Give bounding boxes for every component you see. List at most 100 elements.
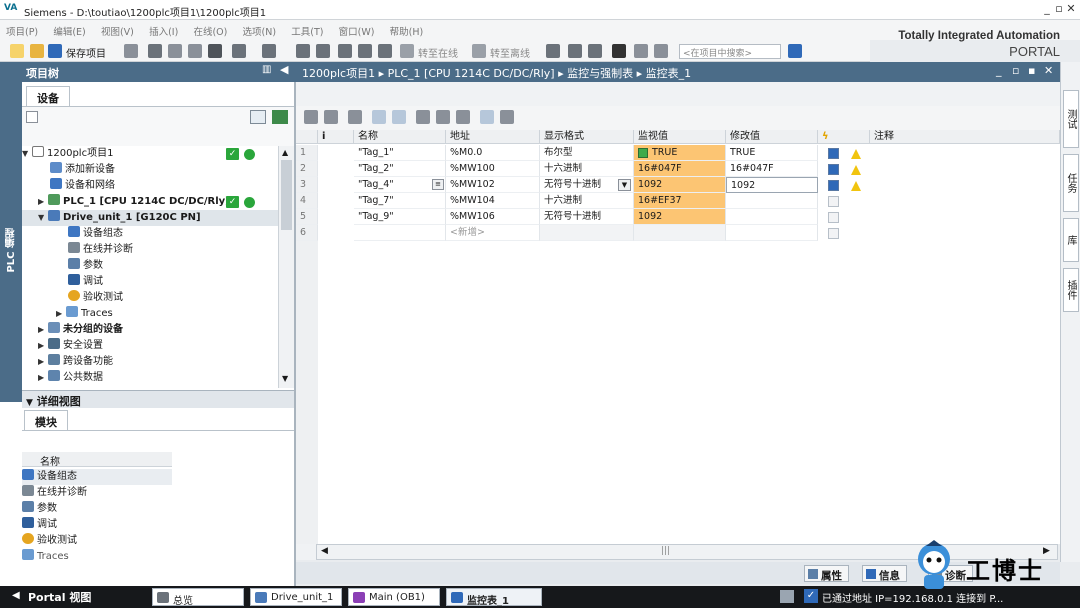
editor-float-icon[interactable]: ▪: [1028, 64, 1035, 77]
scroll-down-icon[interactable]: ▼: [282, 374, 288, 383]
menu-online[interactable]: 在线(O): [187, 20, 233, 38]
menu-view[interactable]: 视图(V): [95, 20, 140, 38]
cell-name[interactable]: "Tag_9": [354, 209, 446, 225]
modify-now-icon[interactable]: [348, 110, 362, 124]
detail-item-online-diag[interactable]: 在线并诊断: [22, 485, 172, 501]
testing-task-card-tab[interactable]: 测试: [1063, 90, 1079, 148]
tree-item-commissioning[interactable]: 调试: [22, 274, 278, 290]
tree-item-project[interactable]: ▼ 1200plc项目1: [22, 146, 278, 162]
breadcrumb-project[interactable]: 1200plc项目1: [302, 67, 375, 80]
properties-tab[interactable]: 属性: [804, 565, 849, 582]
breadcrumb-watch-tables[interactable]: 监控与强制表: [567, 67, 633, 80]
cell-address[interactable]: %M0.0: [446, 145, 540, 161]
breadcrumb-plc[interactable]: PLC_1 [CPU 1214C DC/DC/Rly]: [388, 67, 555, 80]
insert-row-icon[interactable]: [304, 110, 318, 124]
status-network-icon[interactable]: [780, 590, 794, 603]
detail-item-acceptance-test[interactable]: 验收测试: [22, 533, 172, 549]
taskbar-tab-main-ob1[interactable]: Main (OB1): [348, 588, 440, 606]
paste-icon[interactable]: [188, 44, 202, 58]
modify-enable-checkbox[interactable]: [828, 164, 839, 175]
monitor-icon[interactable]: [546, 44, 560, 58]
tree-scroll-thumb[interactable]: [281, 160, 292, 230]
pane-layout-icon[interactable]: ▥: [262, 64, 271, 75]
collapse-pane-icon[interactable]: ◀: [280, 63, 288, 76]
tree-item-cross-device[interactable]: ▶ 跨设备功能: [22, 354, 278, 370]
modify-enable-checkbox[interactable]: [828, 212, 839, 223]
cell-modify-value[interactable]: [726, 209, 818, 225]
copy-icon[interactable]: [168, 44, 182, 58]
close-button[interactable]: ✕: [1064, 2, 1078, 16]
menu-window[interactable]: 窗口(W): [333, 20, 381, 38]
tree-item-parameters[interactable]: 参数: [22, 258, 278, 274]
add-row-icon[interactable]: [324, 110, 338, 124]
col-header-display-format[interactable]: 显示格式: [540, 130, 634, 144]
menu-project[interactable]: 项目(P): [0, 20, 44, 38]
tree-filter-icon[interactable]: [26, 111, 38, 123]
print-icon[interactable]: [124, 44, 138, 58]
detail-view-header[interactable]: ▼ 详细视图: [22, 390, 294, 408]
modify-enable-checkbox[interactable]: [828, 148, 839, 159]
split-view-icon[interactable]: [588, 44, 602, 58]
menu-help[interactable]: 帮助(H): [384, 20, 430, 38]
menu-insert[interactable]: 插入(I): [143, 20, 184, 38]
cell-name[interactable]: "Tag_2": [354, 161, 446, 177]
go-online-button[interactable]: 转至在线: [418, 45, 458, 60]
addins-task-card-tab[interactable]: 插件: [1063, 268, 1079, 312]
cell-address[interactable]: %MW106: [446, 209, 540, 225]
scroll-grip-icon[interactable]: |||: [661, 546, 670, 556]
delete-icon[interactable]: [208, 44, 222, 58]
tree-item-devices-networks[interactable]: 设备和网络: [22, 178, 278, 194]
detail-item-device-config[interactable]: 设备组态: [22, 469, 172, 485]
taskbar-tab-drive[interactable]: Drive_unit_1: [250, 588, 342, 606]
tree-item-online-diag[interactable]: 在线并诊断: [22, 242, 278, 258]
show-columns-icon[interactable]: [480, 110, 494, 124]
modify-enable-checkbox[interactable]: [828, 196, 839, 207]
tag-picker-icon[interactable]: ≡: [432, 179, 444, 190]
col-header-comment[interactable]: 注释: [870, 130, 1060, 144]
cell-name[interactable]: "Tag_7": [354, 193, 446, 209]
split-vertical-icon[interactable]: [654, 44, 668, 58]
col-header-modify-value[interactable]: 修改值: [726, 130, 818, 144]
accessible-devices-icon[interactable]: [378, 44, 392, 58]
cell-modify-value[interactable]: TRUE: [726, 145, 818, 161]
cell-format[interactable]: 十六进制: [540, 193, 634, 209]
collapse-detail-icon[interactable]: ▼: [26, 398, 33, 408]
tree-item-plc[interactable]: ▶ PLC_1 [CPU 1214C DC/DC/Rly]: [22, 194, 278, 210]
add-device-icon[interactable]: [272, 110, 288, 124]
monitor-all-icon[interactable]: [372, 110, 386, 124]
split-horizontal-icon[interactable]: [634, 44, 648, 58]
cell-modify-value[interactable]: [726, 225, 818, 241]
modify-once-icon[interactable]: [436, 110, 450, 124]
menu-options[interactable]: 选项(N): [237, 20, 283, 38]
cell-modify-value[interactable]: [726, 193, 818, 209]
cut-icon[interactable]: [148, 44, 162, 58]
tree-item-security[interactable]: ▶ 安全设置: [22, 338, 278, 354]
tree-item-acceptance-test[interactable]: 验收测试: [22, 290, 278, 306]
detail-column-name[interactable]: 名称: [22, 452, 172, 468]
go-offline-icon[interactable]: [472, 44, 486, 58]
tasks-task-card-tab[interactable]: 任务: [1063, 154, 1079, 212]
cell-name[interactable]: [354, 225, 446, 241]
save-project-button[interactable]: 保存项目: [66, 45, 106, 60]
show-hide-columns-icon[interactable]: [500, 110, 514, 124]
taskbar-tab-watch-table[interactable]: 监控表_1: [446, 588, 542, 607]
tree-view-icon[interactable]: [250, 110, 266, 124]
devices-tab[interactable]: 设备: [26, 86, 70, 106]
portal-view-button[interactable]: Portal 视图: [28, 589, 91, 605]
download-icon[interactable]: [296, 44, 310, 58]
detail-item-traces[interactable]: Traces: [22, 549, 172, 565]
tree-scrollbar[interactable]: ▲ ▼: [278, 146, 294, 388]
libraries-task-card-tab[interactable]: 库: [1063, 218, 1079, 262]
modify-enable-checkbox[interactable]: [828, 180, 839, 191]
redo-icon[interactable]: [262, 44, 276, 58]
detail-item-parameters[interactable]: 参数: [22, 501, 172, 517]
go-online-icon[interactable]: [400, 44, 414, 58]
detail-item-commissioning[interactable]: 调试: [22, 517, 172, 533]
project-search-input[interactable]: <在项目中搜索>: [679, 44, 781, 59]
info-tab[interactable]: 信息: [862, 565, 907, 582]
menu-tools[interactable]: 工具(T): [285, 20, 329, 38]
scroll-up-icon[interactable]: ▲: [282, 148, 288, 157]
tree-item-common-data[interactable]: ▶ 公共数据: [22, 370, 278, 386]
upload-icon[interactable]: [338, 44, 352, 58]
cell-address[interactable]: %MW102: [446, 177, 540, 193]
